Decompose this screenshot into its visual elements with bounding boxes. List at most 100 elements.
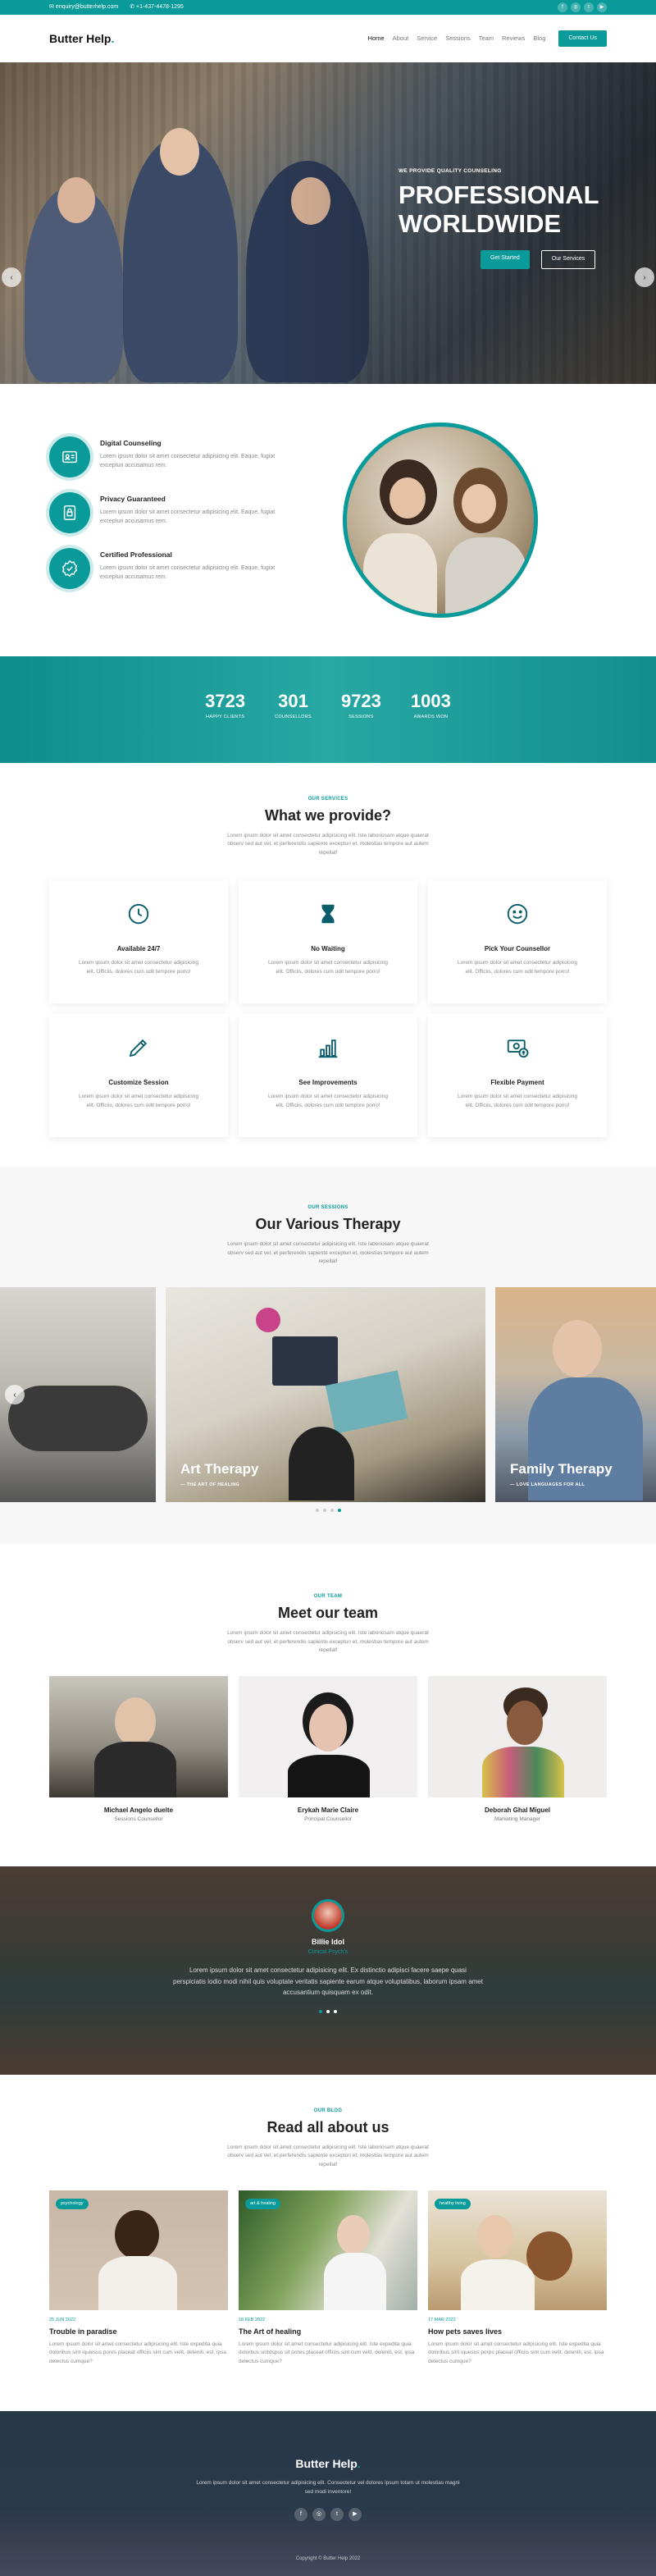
logo[interactable]: Butter Help. — [49, 30, 114, 48]
service-text: Lorem ipsum dolor sit amet consectetur a… — [458, 960, 577, 975]
carousel-dot[interactable] — [319, 2009, 322, 2013]
facebook-icon[interactable]: f — [294, 2507, 308, 2521]
nav-item-blog[interactable]: Blog — [533, 34, 545, 43]
feature-text: Lorem ipsum dolor sit amet consectetur a… — [100, 509, 276, 524]
our-services-button[interactable]: Our Services — [540, 250, 596, 269]
blog-title[interactable]: The Art of healing — [239, 2327, 417, 2338]
instagram-icon[interactable]: ◎ — [571, 2, 581, 12]
service-text: Lorem ipsum dolor sit amet consectetur a… — [79, 1094, 198, 1108]
service-title: No Waiting — [311, 945, 345, 953]
social-links: f ◎ t ▶ — [558, 2, 607, 12]
id-card-icon — [49, 436, 90, 477]
get-started-button[interactable]: Get Started — [481, 250, 530, 269]
blog-section: OUR BLOG Read all about us Lorem ipsum d… — [0, 2075, 656, 2366]
stat-number: 1003 — [410, 691, 451, 711]
youtube-icon[interactable]: ▶ — [597, 2, 607, 12]
hero-kicker: WE PROVIDE QUALITY COUNSELING — [399, 168, 502, 174]
carousel-dot[interactable] — [326, 2009, 330, 2013]
lock-icon — [49, 492, 90, 533]
service-card[interactable]: Available 24/7 Lorem ipsum dolor sit amet… — [49, 880, 228, 1004]
nav-item-home[interactable]: Home — [368, 34, 385, 43]
nav-item-reviews[interactable]: Reviews — [502, 34, 525, 43]
hero-prev-arrow[interactable]: ‹ — [2, 267, 21, 287]
section-lead: Lorem ipsum dolor sit amet consectetur a… — [227, 1241, 429, 1264]
blog-post[interactable]: art & healing 18 FEB 2022 The Art of hea… — [239, 2190, 417, 2366]
payment-icon — [507, 1039, 529, 1058]
stat-label: COUNSELLORS — [275, 715, 312, 719]
section-kicker: OUR BLOG — [313, 2108, 343, 2114]
twitter-icon[interactable]: t — [330, 2507, 344, 2521]
footer-logo[interactable]: Butter Help. — [0, 2455, 656, 2473]
youtube-icon[interactable]: ▶ — [348, 2507, 362, 2521]
section-kicker: OUR SESSIONS — [308, 1205, 348, 1211]
stat-label: AWARDS WON — [413, 715, 449, 719]
stat-item: 3723 HAPPY CLIENTS — [205, 692, 245, 720]
footer: Butter Help. Lorem ipsum dolor sit amet … — [0, 2411, 656, 2576]
blog-date: 18 FEB 2022 — [239, 2318, 266, 2323]
blog-title[interactable]: Trouble in paradise — [49, 2327, 228, 2338]
service-text: Lorem ipsum dolor sit amet consectetur a… — [268, 1094, 388, 1108]
phone-contact[interactable]: ✆ +1-437-4478-1295 — [130, 3, 184, 12]
nav-item-about[interactable]: About — [393, 34, 409, 43]
stat-number: 301 — [278, 691, 308, 711]
section-lead: Lorem ipsum dolor sit amet consectetur a… — [227, 833, 429, 856]
carousel-dots — [0, 1509, 656, 1513]
team-member[interactable]: Michael Angelo duelte Sessions Counsellor — [49, 1676, 228, 1824]
section-lead: Lorem ipsum dolor sit amet consectetur a… — [227, 2144, 429, 2167]
contact-us-button[interactable]: Contact Us — [558, 30, 607, 48]
blog-tag[interactable]: psychology — [56, 2199, 89, 2209]
carousel-dot[interactable] — [330, 1509, 334, 1513]
blog-date: 17 MAR 2022 — [428, 2318, 456, 2323]
hourglass-icon — [321, 904, 335, 924]
section-kicker: OUR SERVICES — [308, 797, 348, 802]
service-card[interactable]: See Improvements Lorem ipsum dolor sit am… — [239, 1014, 417, 1138]
therapy-slide-family[interactable]: Family Therapy — LOVE LANGUAGES FOR ALL — [495, 1287, 656, 1503]
hero-banner: WE PROVIDE QUALITY COUNSELING PROFESSION… — [0, 62, 656, 384]
blog-tag[interactable]: art & healing — [245, 2199, 280, 2209]
feature-text: Lorem ipsum dolor sit amet consectetur a… — [100, 564, 276, 580]
hero-next-arrow[interactable]: › — [635, 267, 654, 287]
slide-subtitle: — THE ART OF HEALING — [180, 1482, 240, 1488]
certified-badge-icon — [49, 548, 90, 589]
blog-excerpt: Lorem ipsum dolor sit amet consectetur a… — [49, 2341, 226, 2364]
blog-post[interactable]: healthy living 17 MAR 2022 How pets save… — [428, 2190, 607, 2366]
carousel-dot[interactable] — [315, 1509, 319, 1513]
therapy-slide-art[interactable]: Art Therapy — THE ART OF HEALING — [166, 1287, 485, 1503]
carousel-dot[interactable] — [334, 2009, 337, 2013]
copyright: Copyright © Butter Help 2022 — [295, 2556, 361, 2562]
twitter-icon[interactable]: t — [584, 2, 594, 12]
service-card[interactable]: Flexible Payment Lorem ipsum dolor sit am… — [428, 1014, 607, 1138]
member-name: Michael Angelo duelte — [103, 1806, 174, 1815]
facebook-icon[interactable]: f — [558, 2, 567, 12]
email-contact[interactable]: ✉ enquiry@butterhelp.com — [49, 3, 118, 12]
nav-item-sessions[interactable]: Sessions — [445, 34, 470, 43]
service-text: Lorem ipsum dolor sit amet consectetur a… — [79, 960, 198, 975]
testimonial-avatar — [312, 1899, 344, 1933]
instagram-icon[interactable]: ◎ — [312, 2507, 326, 2521]
nav-item-team[interactable]: Team — [479, 34, 494, 43]
feature-text: Lorem ipsum dolor sit amet consectetur a… — [100, 453, 276, 468]
team-member[interactable]: Deborah Ghal Miguel Marketing Manager — [428, 1676, 607, 1824]
blog-tag[interactable]: healthy living — [435, 2199, 471, 2209]
service-title: See Improvements — [298, 1079, 358, 1087]
nav-item-service[interactable]: Service — [417, 34, 437, 43]
nav-menu: Home About Service Sessions Team Reviews… — [368, 30, 607, 48]
feature-title: Privacy Guaranteed — [100, 495, 166, 503]
smiley-icon — [507, 903, 528, 925]
service-card[interactable]: Customize Session Lorem ipsum dolor sit a… — [49, 1014, 228, 1138]
service-card[interactable]: Pick Your Counsellor Lorem ipsum dolor si… — [428, 880, 607, 1004]
team-member[interactable]: Erykah Marie Claire Principal Counsellor — [239, 1676, 417, 1824]
blog-post[interactable]: psychology 25 JUN 2022 Trouble in paradi… — [49, 2190, 228, 2366]
member-role: Marketing Manager — [494, 1816, 540, 1823]
services-section: OUR SERVICES What we provide? Lorem ipsu… — [0, 763, 656, 1138]
email-text: enquiry@butterhelp.com — [55, 3, 119, 10]
blog-title[interactable]: How pets saves lives — [428, 2327, 607, 2338]
carousel-dot[interactable] — [322, 1509, 326, 1513]
testimonial-name: Billie Idol — [311, 1938, 344, 1947]
team-photo — [428, 1676, 607, 1798]
feature-item: Certified Professional Lorem ipsum dolor … — [49, 548, 295, 589]
testimonial-text: Lorem ipsum dolor sit amet consectetur a… — [173, 1966, 483, 1997]
service-title: Pick Your Counsellor — [484, 945, 551, 953]
carousel-dot[interactable] — [337, 1509, 341, 1513]
service-card[interactable]: No Waiting Lorem ipsum dolor sit amet con… — [239, 880, 417, 1004]
